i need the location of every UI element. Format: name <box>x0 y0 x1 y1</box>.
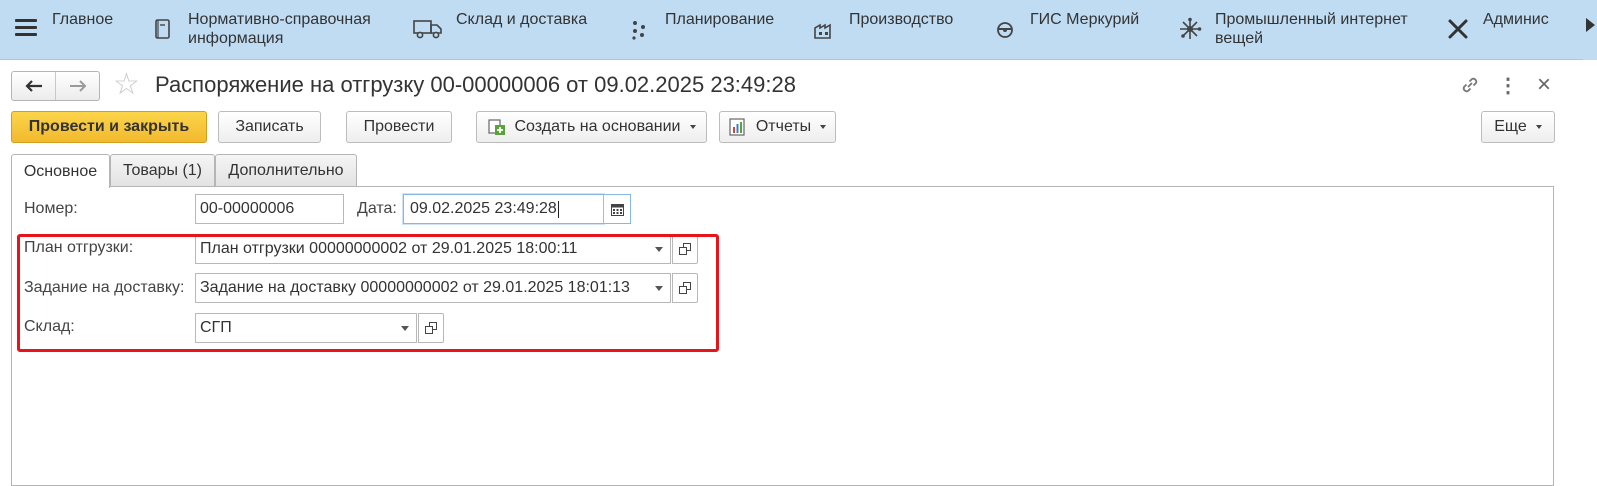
back-button[interactable] <box>12 72 55 100</box>
nav-label: Планирование <box>665 11 775 28</box>
truck-icon <box>410 14 446 44</box>
tab-additional[interactable]: Дополнительно <box>215 154 357 187</box>
post-and-close-button[interactable]: Провести и закрыть <box>11 111 207 143</box>
iot-icon <box>1175 14 1205 44</box>
create-based-on-button[interactable]: Создать на основании <box>476 111 707 143</box>
save-button[interactable]: Записать <box>218 111 321 143</box>
calendar-button[interactable] <box>603 194 631 224</box>
nav-item-admin[interactable]: Админис <box>1443 10 1549 44</box>
chevron-down-icon <box>1535 125 1542 129</box>
number-label: Номер: <box>24 200 78 217</box>
nav-item-planning[interactable]: Планирование <box>625 10 774 44</box>
tools-icon <box>1443 14 1473 44</box>
text-cursor <box>557 200 559 218</box>
book-icon <box>148 14 178 44</box>
create-based-icon <box>487 118 506 136</box>
tab-label: Основное <box>23 162 98 180</box>
menu-icon[interactable] <box>15 19 37 39</box>
history-buttons <box>11 71 100 101</box>
close-icon[interactable]: × <box>1537 71 1551 99</box>
button-label: Провести и закрыть <box>28 118 190 135</box>
arrow-left-icon <box>24 80 42 92</box>
date-value: 09.02.2025 23:49:28 <box>410 200 557 217</box>
forward-button[interactable] <box>55 72 99 100</box>
tab-label: Товары (1) <box>122 162 203 179</box>
button-label: Создать на основании <box>514 118 681 135</box>
chevron-down-icon <box>820 125 827 129</box>
button-label: Отчеты <box>755 118 812 135</box>
favorite-star-icon[interactable]: ☆ <box>113 70 140 100</box>
number-field[interactable]: 00-00000006 <box>195 194 344 224</box>
nav-label: Склад и доставка <box>456 11 588 28</box>
nav-item-mercury[interactable]: ГИС Меркурий <box>990 10 1139 44</box>
nav-item-iot[interactable]: Промышленный интернет вещей <box>1175 10 1408 48</box>
nav-item-reference[interactable]: Нормативно-справочная информация <box>148 10 371 48</box>
nav-label: Админис <box>1483 11 1549 28</box>
reports-icon <box>729 118 747 136</box>
button-label: Провести <box>363 118 435 135</box>
nav-label: Производство <box>849 11 954 28</box>
arrow-right-icon <box>69 80 86 92</box>
section-panel: Главное Нормативно-справочная информация… <box>0 0 1597 60</box>
tab-label: Дополнительно <box>228 162 344 179</box>
mercury-icon <box>990 14 1020 44</box>
tab-main[interactable]: Основное <box>11 154 110 188</box>
nav-item-main[interactable]: Главное <box>52 10 113 29</box>
nav-label: ГИС Меркурий <box>1030 11 1140 28</box>
reports-button[interactable]: Отчеты <box>719 111 836 143</box>
chevron-down-icon <box>689 125 696 129</box>
nav-scroll-right-icon[interactable] <box>1586 18 1595 32</box>
button-label: Еще <box>1494 118 1527 135</box>
nav-label: Главное <box>52 11 114 28</box>
post-button[interactable]: Провести <box>346 111 452 143</box>
more-actions-icon[interactable]: ⋮ <box>1498 73 1518 98</box>
date-label: Дата: <box>357 200 397 217</box>
factory-icon <box>809 14 839 44</box>
nav-item-production[interactable]: Производство <box>809 10 953 44</box>
nav-item-warehouse[interactable]: Склад и доставка <box>410 10 587 44</box>
button-label: Записать <box>235 118 304 135</box>
nav-label: Нормативно-справочная информация <box>188 11 371 47</box>
calendar-icon <box>610 203 624 216</box>
planning-icon <box>625 14 655 44</box>
link-icon[interactable] <box>1459 74 1481 101</box>
tab-goods[interactable]: Товары (1) <box>110 154 215 187</box>
nav-label: Промышленный интернет вещей <box>1215 11 1408 47</box>
highlight-box <box>17 234 719 352</box>
page-title: Распоряжение на отгрузку 00-00000006 от … <box>155 72 796 97</box>
more-button[interactable]: Еще <box>1481 111 1555 143</box>
number-value: 00-00000006 <box>200 200 295 217</box>
date-field[interactable]: 09.02.2025 23:49:28 <box>403 194 604 224</box>
